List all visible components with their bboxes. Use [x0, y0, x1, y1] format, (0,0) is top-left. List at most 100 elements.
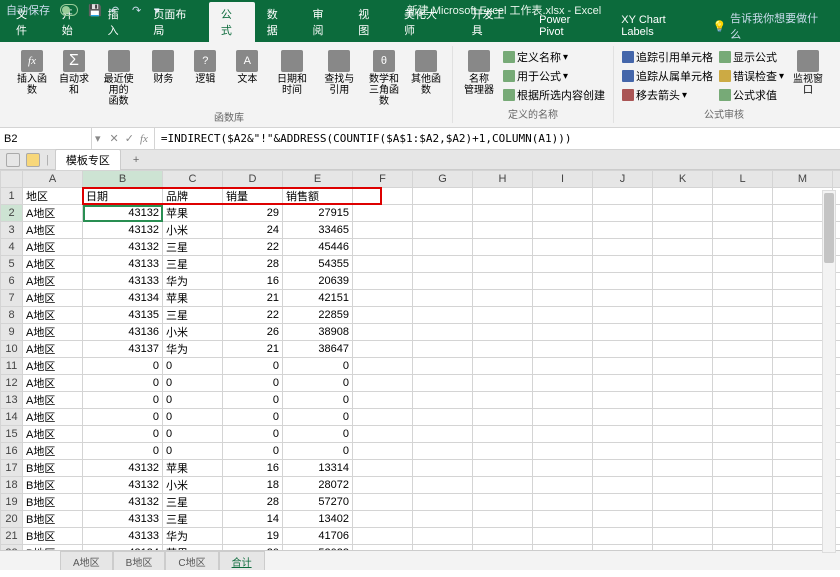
cell-C3[interactable]: 小米: [163, 222, 223, 239]
math-button[interactable]: θ数学和 三角函数: [364, 48, 404, 109]
tab-formulas[interactable]: 公式: [209, 2, 255, 42]
cell-F19[interactable]: [353, 494, 413, 511]
cell-I7[interactable]: [533, 290, 593, 307]
cell-F7[interactable]: [353, 290, 413, 307]
cell-C8[interactable]: 三星: [163, 307, 223, 324]
cell-G2[interactable]: [413, 205, 473, 222]
cell-C15[interactable]: 0: [163, 426, 223, 443]
cell-B18[interactable]: 43132: [83, 477, 163, 494]
cell-J11[interactable]: [593, 358, 653, 375]
name-manager-button[interactable]: 名称 管理器: [459, 48, 499, 104]
col-header-N[interactable]: N: [833, 171, 840, 188]
cell-D18[interactable]: 18: [223, 477, 283, 494]
cell-G10[interactable]: [413, 341, 473, 358]
cell-K11[interactable]: [653, 358, 713, 375]
cell-L1[interactable]: [713, 188, 773, 205]
cell-G18[interactable]: [413, 477, 473, 494]
cell-A14[interactable]: A地区: [23, 409, 83, 426]
cell-K13[interactable]: [653, 392, 713, 409]
sheet-tab-sum[interactable]: 合计: [219, 551, 265, 571]
cell-J2[interactable]: [593, 205, 653, 222]
cell-B16[interactable]: 0: [83, 443, 163, 460]
cell-J1[interactable]: [593, 188, 653, 205]
cell-C5[interactable]: 三星: [163, 256, 223, 273]
cell-E15[interactable]: 0: [283, 426, 353, 443]
cell-F17[interactable]: [353, 460, 413, 477]
cell-F2[interactable]: [353, 205, 413, 222]
cell-E21[interactable]: 41706: [283, 528, 353, 545]
cell-F12[interactable]: [353, 375, 413, 392]
cell-E8[interactable]: 22859: [283, 307, 353, 324]
cell-I16[interactable]: [533, 443, 593, 460]
cell-E1[interactable]: 销售额: [283, 188, 353, 205]
cell-A10[interactable]: A地区: [23, 341, 83, 358]
cell-E5[interactable]: 54355: [283, 256, 353, 273]
cell-L3[interactable]: [713, 222, 773, 239]
show-formulas-button[interactable]: 显示公式: [717, 48, 779, 66]
cell-G15[interactable]: [413, 426, 473, 443]
cell-H8[interactable]: [473, 307, 533, 324]
financial-button[interactable]: 财务: [143, 48, 183, 109]
cell-H21[interactable]: [473, 528, 533, 545]
cell-E12[interactable]: 0: [283, 375, 353, 392]
cell-J12[interactable]: [593, 375, 653, 392]
cell-J15[interactable]: [593, 426, 653, 443]
tab-view[interactable]: 视图: [346, 2, 392, 42]
cell-F10[interactable]: [353, 341, 413, 358]
cell-E9[interactable]: 38908: [283, 324, 353, 341]
cell-L5[interactable]: [713, 256, 773, 273]
cell-L8[interactable]: [713, 307, 773, 324]
row-header-21[interactable]: 21: [1, 528, 23, 545]
more-functions-button[interactable]: 其他函数: [406, 48, 446, 109]
cell-A7[interactable]: A地区: [23, 290, 83, 307]
row-header-11[interactable]: 11: [1, 358, 23, 375]
cell-I4[interactable]: [533, 239, 593, 256]
cell-J13[interactable]: [593, 392, 653, 409]
cell-A8[interactable]: A地区: [23, 307, 83, 324]
define-name-button[interactable]: 定义名称 ▾: [501, 48, 570, 66]
cell-H15[interactable]: [473, 426, 533, 443]
row-header-9[interactable]: 9: [1, 324, 23, 341]
cell-I12[interactable]: [533, 375, 593, 392]
tab-page-layout[interactable]: 页面布局: [141, 2, 209, 42]
cell-G6[interactable]: [413, 273, 473, 290]
cell-H19[interactable]: [473, 494, 533, 511]
row-header-14[interactable]: 14: [1, 409, 23, 426]
tab-power-pivot[interactable]: Power Pivot: [527, 10, 609, 42]
cell-L17[interactable]: [713, 460, 773, 477]
cell-D9[interactable]: 26: [223, 324, 283, 341]
cell-J4[interactable]: [593, 239, 653, 256]
cell-K12[interactable]: [653, 375, 713, 392]
cell-A6[interactable]: A地区: [23, 273, 83, 290]
cell-J6[interactable]: [593, 273, 653, 290]
cell-I13[interactable]: [533, 392, 593, 409]
tell-me[interactable]: 💡告诉我你想要做什么: [712, 10, 828, 42]
row-header-4[interactable]: 4: [1, 239, 23, 256]
cell-A12[interactable]: A地区: [23, 375, 83, 392]
cell-C1[interactable]: 品牌: [163, 188, 223, 205]
row-header-17[interactable]: 17: [1, 460, 23, 477]
cell-G1[interactable]: [413, 188, 473, 205]
cell-E11[interactable]: 0: [283, 358, 353, 375]
cell-I14[interactable]: [533, 409, 593, 426]
col-header-I[interactable]: I: [533, 171, 593, 188]
cell-B4[interactable]: 43132: [83, 239, 163, 256]
row-header-20[interactable]: 20: [1, 511, 23, 528]
cell-G9[interactable]: [413, 324, 473, 341]
cell-C21[interactable]: 华为: [163, 528, 223, 545]
cell-C4[interactable]: 三星: [163, 239, 223, 256]
cell-L12[interactable]: [713, 375, 773, 392]
cell-L16[interactable]: [713, 443, 773, 460]
cell-F11[interactable]: [353, 358, 413, 375]
cell-H16[interactable]: [473, 443, 533, 460]
cell-B8[interactable]: 43135: [83, 307, 163, 324]
col-header-B[interactable]: B: [83, 171, 163, 188]
recent-functions-button[interactable]: 最近使用的 函数: [96, 48, 141, 109]
row-header-13[interactable]: 13: [1, 392, 23, 409]
cell-J17[interactable]: [593, 460, 653, 477]
cell-E10[interactable]: 38647: [283, 341, 353, 358]
cell-J5[interactable]: [593, 256, 653, 273]
cell-C19[interactable]: 三星: [163, 494, 223, 511]
col-header-A[interactable]: A: [23, 171, 83, 188]
col-header-C[interactable]: C: [163, 171, 223, 188]
